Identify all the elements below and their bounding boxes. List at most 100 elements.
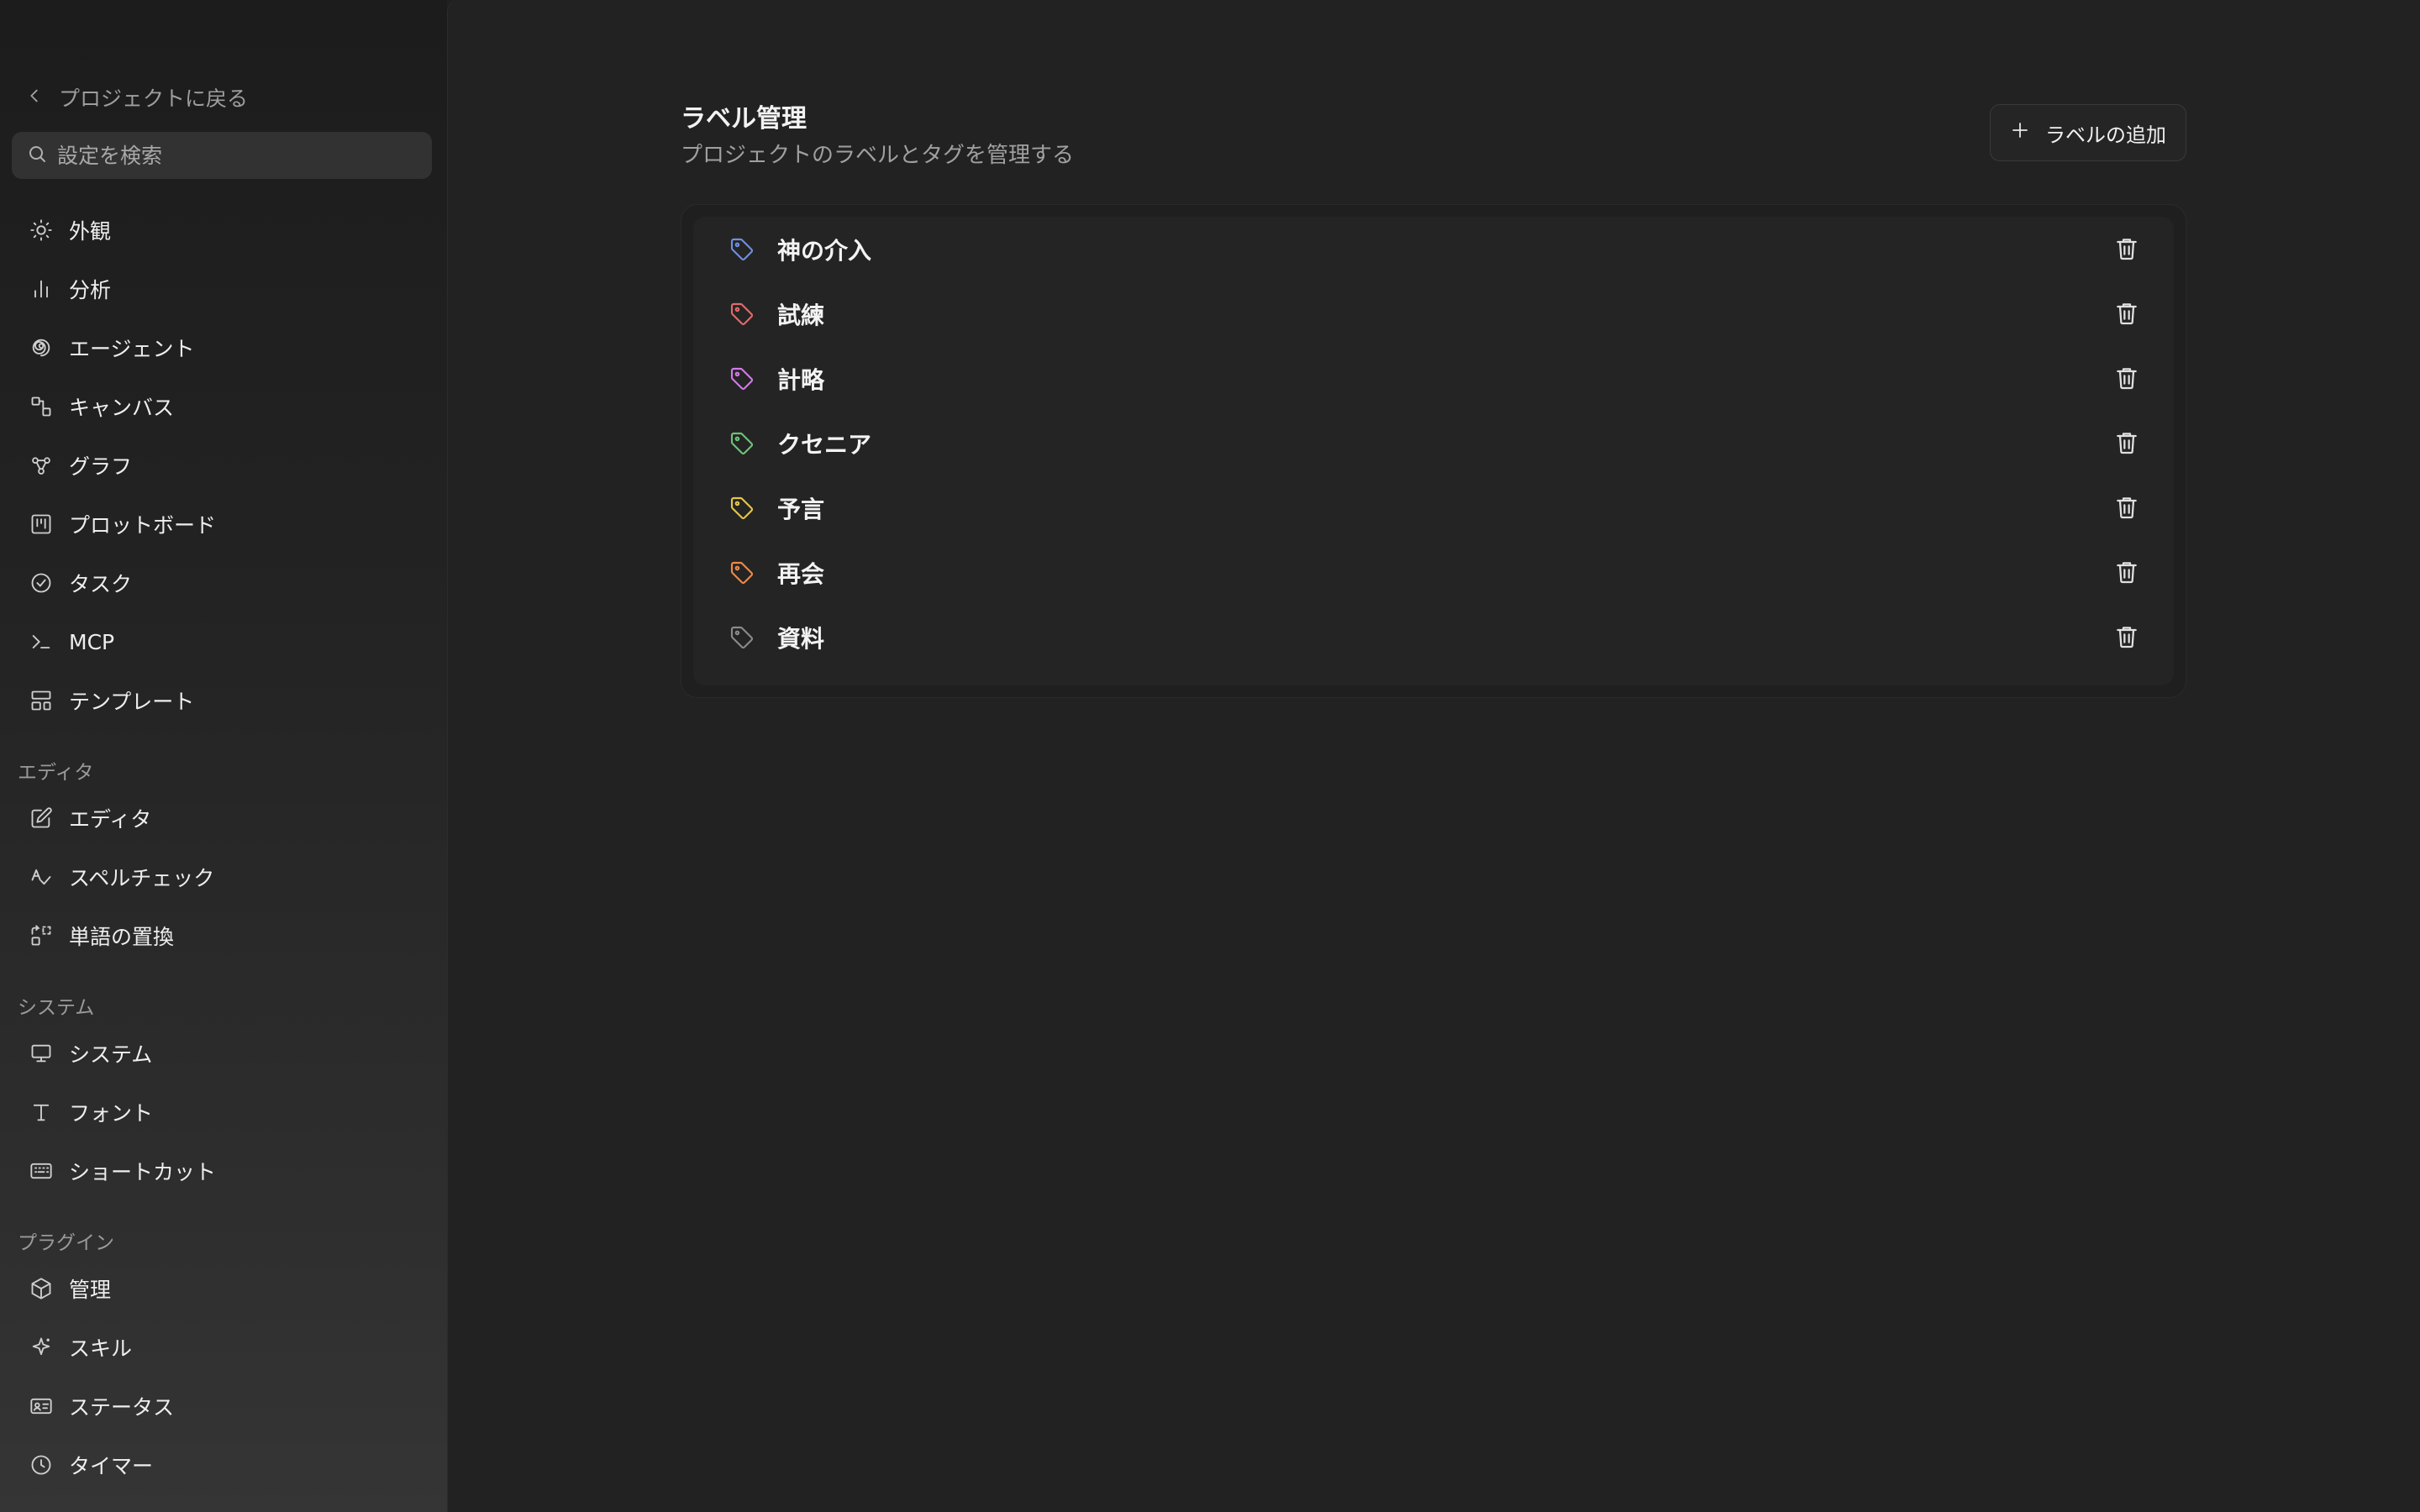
back-label: プロジェクトに戻る xyxy=(59,87,249,111)
sidebar-item-label: ステータス xyxy=(69,1395,175,1420)
sidebar-item-label: タイマー xyxy=(69,1454,154,1478)
sidebar-item-templates[interactable]: テンプレート xyxy=(12,677,432,724)
sidebar-item-label: ショートカット xyxy=(69,1160,217,1184)
sidebar-item-agent[interactable]: エージェント xyxy=(12,324,432,371)
spiral-icon xyxy=(29,335,54,360)
sidebar-item-timer[interactable]: タイマー xyxy=(12,1441,432,1488)
monitor-icon xyxy=(29,1041,54,1066)
sidebar-item-label: テンプレート xyxy=(69,690,195,714)
page-title: ラベル管理 xyxy=(681,104,807,134)
sidebar-item-label: エージェント xyxy=(69,337,195,361)
sidebar-item-skills[interactable]: スキル xyxy=(12,1324,432,1371)
label-name: 神の介入 xyxy=(777,236,872,265)
sidebar-item-system[interactable]: システム xyxy=(12,1030,432,1077)
sidebar-item-label: スキル xyxy=(69,1336,133,1361)
sidebar-item-status[interactable]: ステータス xyxy=(12,1383,432,1430)
sidebar-item-shortcuts[interactable]: ショートカット xyxy=(12,1147,432,1194)
label-list-inner: 神の介入試練計略クセニア予言再会資料 xyxy=(693,217,2174,685)
label-row[interactable]: クセニア xyxy=(693,411,2174,475)
section-label-system: システム xyxy=(18,997,95,1019)
trash-icon[interactable] xyxy=(2113,300,2140,327)
tag-icon xyxy=(729,559,755,586)
sidebar-item-word-replace[interactable]: 単語の置換 xyxy=(12,912,432,959)
label-name: 資料 xyxy=(777,624,825,653)
tag-icon xyxy=(729,365,755,392)
sidebar-item-label: フォント xyxy=(69,1101,154,1126)
graph-icon xyxy=(29,453,54,478)
sidebar-item-editor[interactable]: エディタ xyxy=(12,795,432,842)
check-circle-icon xyxy=(29,570,54,596)
label-row[interactable]: 試練 xyxy=(693,281,2174,346)
sidebar-item-label: キャンバス xyxy=(69,396,175,420)
type-icon xyxy=(29,1100,54,1125)
label-name: 試練 xyxy=(777,301,825,329)
sidebar-item-font[interactable]: フォント xyxy=(12,1089,432,1136)
label-name: 再会 xyxy=(777,559,825,588)
keyboard-icon xyxy=(29,1158,54,1184)
chevron-left-icon xyxy=(25,86,44,110)
search-icon xyxy=(27,144,47,167)
sidebar-item-mcp[interactable]: MCP xyxy=(12,618,432,665)
sidebar-item-plotboard[interactable]: プロットボード xyxy=(12,501,432,548)
add-label-button-text: ラベルの追加 xyxy=(2045,123,2166,147)
section-label-editor: エディタ xyxy=(18,762,94,784)
plus-icon xyxy=(2010,120,2030,145)
label-name: 予言 xyxy=(777,495,825,523)
tag-icon xyxy=(729,495,755,522)
sidebar-item-label: システム xyxy=(69,1042,153,1067)
sidebar-item-manage[interactable]: 管理 xyxy=(12,1265,432,1312)
sidebar-item-label: 管理 xyxy=(69,1278,112,1302)
label-name: クセニア xyxy=(777,430,872,459)
label-row[interactable]: 再会 xyxy=(693,540,2174,605)
sidebar-item-tasks[interactable]: タスク xyxy=(12,559,432,606)
id-card-icon xyxy=(29,1394,54,1419)
kanban-icon xyxy=(29,512,54,537)
sidebar-item-label: 外観 xyxy=(69,219,112,244)
tag-icon xyxy=(729,301,755,328)
trash-icon[interactable] xyxy=(2113,494,2140,521)
label-row[interactable]: 計略 xyxy=(693,346,2174,411)
sidebar-item-label: グラフ xyxy=(69,454,133,479)
sidebar: プロジェクトに戻る 外観 分析 エージェント キャンバス グラフ プロットボード… xyxy=(0,0,447,1512)
sidebar-item-graph[interactable]: グラフ xyxy=(12,442,432,489)
sidebar-item-label: プロットボード xyxy=(69,513,217,538)
trash-icon[interactable] xyxy=(2113,429,2140,456)
sparkle-icon xyxy=(29,1335,54,1360)
sun-icon xyxy=(29,218,54,243)
section-label-plugins: プラグイン xyxy=(18,1232,114,1254)
settings-search[interactable] xyxy=(12,132,432,179)
sidebar-item-label: MCP xyxy=(69,629,115,654)
back-to-project-link[interactable]: プロジェクトに戻る xyxy=(25,81,248,114)
sidebar-item-label: 単語の置換 xyxy=(69,925,175,949)
label-row[interactable]: 神の介入 xyxy=(693,217,2174,281)
sidebar-item-canvas[interactable]: キャンバス xyxy=(12,383,432,430)
sidebar-item-appearance[interactable]: 外観 xyxy=(12,207,432,254)
search-input[interactable] xyxy=(57,143,410,168)
replace-icon xyxy=(29,923,54,948)
bar-chart-icon xyxy=(29,276,54,302)
sidebar-item-label: タスク xyxy=(69,572,133,596)
trash-icon[interactable] xyxy=(2113,559,2140,585)
sidebar-item-label: 分析 xyxy=(69,278,112,302)
sidebar-item-analytics[interactable]: 分析 xyxy=(12,265,432,312)
tag-icon xyxy=(729,430,755,457)
label-row[interactable]: 資料 xyxy=(693,605,2174,669)
sidebar-item-label: スペルチェック xyxy=(69,866,215,890)
label-list: 神の介入試練計略クセニア予言再会資料 xyxy=(681,204,2186,698)
template-icon xyxy=(29,688,54,713)
label-row[interactable]: 予言 xyxy=(693,475,2174,540)
sidebar-item-spellcheck[interactable]: スペルチェック xyxy=(12,853,432,900)
spellcheck-icon xyxy=(29,864,54,890)
clock-icon xyxy=(29,1452,54,1478)
trash-icon[interactable] xyxy=(2113,623,2140,650)
trash-icon[interactable] xyxy=(2113,235,2140,262)
tag-icon xyxy=(729,236,755,263)
trash-icon[interactable] xyxy=(2113,365,2140,391)
label-name: 計略 xyxy=(777,365,825,394)
tag-icon xyxy=(729,624,755,651)
edit-icon xyxy=(29,806,54,831)
canvas-icon xyxy=(29,394,54,419)
package-icon xyxy=(29,1276,54,1301)
add-label-button[interactable]: ラベルの追加 xyxy=(1990,104,2186,161)
page-subtitle: プロジェクトのラベルとタグを管理する xyxy=(681,143,1075,168)
